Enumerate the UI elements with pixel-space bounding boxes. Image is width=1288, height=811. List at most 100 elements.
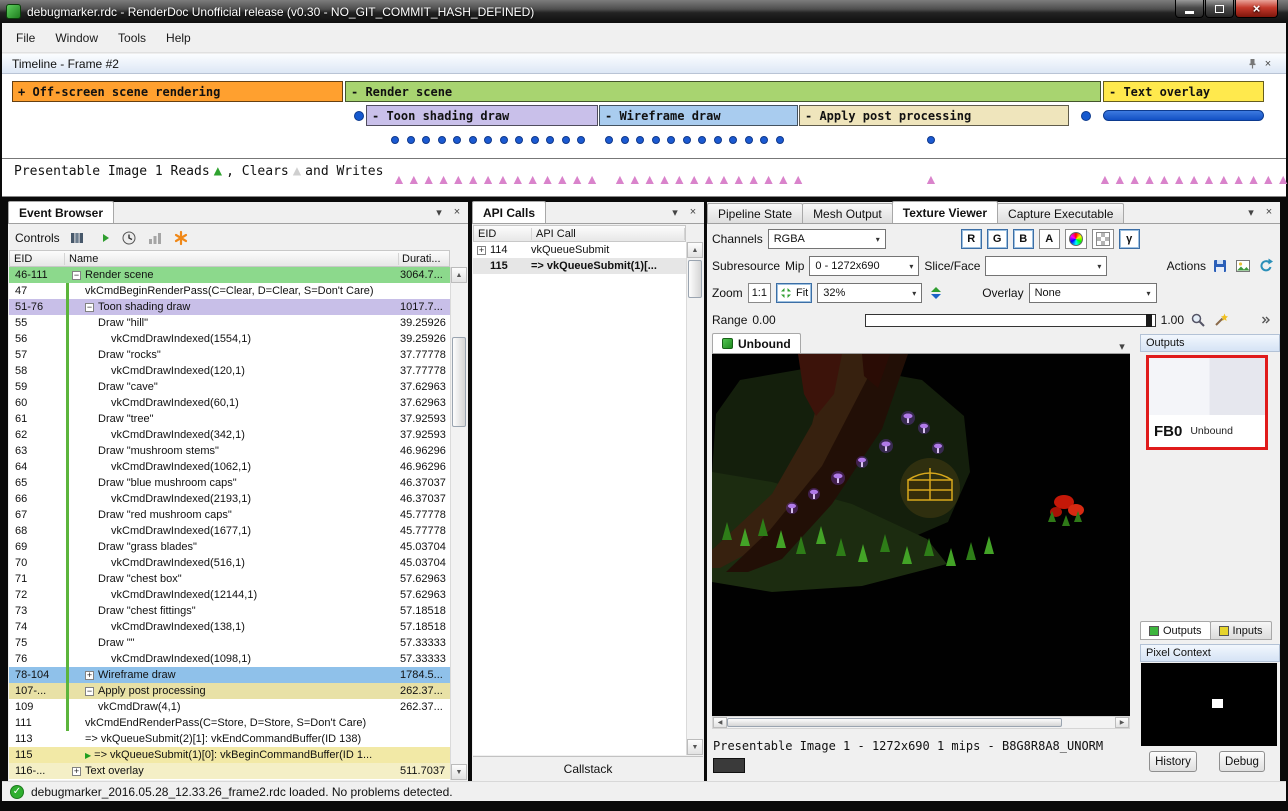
event-table-header[interactable]: EID Name Durati... — [9, 250, 450, 267]
event-node-icon[interactable] — [354, 111, 364, 121]
event-dot[interactable] — [531, 136, 539, 144]
event-dot[interactable] — [714, 136, 722, 144]
event-node-icon[interactable] — [1081, 111, 1091, 121]
event-dot[interactable] — [407, 136, 415, 144]
event-dot[interactable] — [438, 136, 446, 144]
timeline-bar-render-scene[interactable]: - Render scene — [345, 81, 1101, 102]
scroll-up-icon[interactable]: ▲ — [451, 267, 467, 283]
timeline-bar-wireframe[interactable]: - Wireframe draw — [599, 105, 798, 126]
table-row[interactable]: 71Draw "chest box"57.62963 — [9, 571, 450, 587]
collapse-icon[interactable]: − — [85, 687, 94, 696]
maximize-button[interactable] — [1205, 0, 1234, 18]
table-row[interactable]: 116-...+Text overlay511.7037 — [9, 763, 450, 779]
event-dot[interactable] — [577, 136, 585, 144]
event-dot[interactable] — [422, 136, 430, 144]
range-handle[interactable] — [1146, 314, 1152, 327]
table-row[interactable]: 57Draw "rocks"37.77778 — [9, 347, 450, 363]
table-row[interactable]: 109vkCmdDraw(4,1)262.37... — [9, 699, 450, 715]
toolbar-overflow-icon[interactable] — [1257, 311, 1275, 329]
menu-file[interactable]: File — [6, 26, 45, 50]
channel-r-button[interactable]: R — [961, 229, 982, 249]
event-dot[interactable] — [484, 136, 492, 144]
table-row[interactable]: 63Draw "mushroom stems"46.96296 — [9, 443, 450, 459]
scroll-thumb[interactable] — [452, 337, 466, 427]
event-dot[interactable] — [683, 136, 691, 144]
table-row[interactable]: 68vkCmdDrawIndexed(1677,1)45.77778 — [9, 523, 450, 539]
chevron-down-icon[interactable]: ▾ — [431, 205, 447, 219]
debug-button[interactable]: Debug — [1219, 751, 1265, 772]
zoom-fit-button[interactable]: Fit — [776, 283, 812, 303]
callstack-section[interactable]: Callstack — [473, 756, 703, 780]
table-row[interactable]: 73Draw "chest fittings"57.18518 — [9, 603, 450, 619]
export-image-icon[interactable] — [1234, 257, 1252, 275]
event-dot[interactable] — [391, 136, 399, 144]
table-row[interactable]: 74vkCmdDrawIndexed(138,1)57.18518 — [9, 619, 450, 635]
scroll-down-icon[interactable]: ▼ — [687, 739, 703, 755]
table-row[interactable]: 61Draw "tree"37.92593 — [9, 411, 450, 427]
tab-event-browser[interactable]: Event Browser — [8, 201, 114, 223]
timeline-body[interactable]: + Off-screen scene rendering - Render sc… — [2, 74, 1286, 197]
table-row[interactable]: 66vkCmdDrawIndexed(2193,1)46.37037 — [9, 491, 450, 507]
close-icon[interactable]: × — [685, 205, 701, 219]
event-dot[interactable] — [500, 136, 508, 144]
pixel-context-display[interactable] — [1141, 663, 1277, 746]
event-dot[interactable] — [667, 136, 675, 144]
tab-inputs[interactable]: Inputs — [1210, 621, 1272, 640]
timeline-bar-text-overlay[interactable]: - Text overlay — [1103, 81, 1264, 102]
zoom-level-select[interactable]: 32%▾ — [817, 283, 922, 303]
slice-face-select[interactable]: ▾ — [985, 256, 1107, 276]
table-row[interactable]: 67Draw "red mushroom caps"45.77778 — [9, 507, 450, 523]
texture-hscrollbar[interactable]: ◀ ▶ — [712, 716, 1130, 729]
event-dot[interactable] — [515, 136, 523, 144]
minimize-button[interactable] — [1175, 0, 1204, 18]
save-icon[interactable] — [1211, 257, 1229, 275]
table-row[interactable]: 55Draw "hill"39.25926 — [9, 315, 450, 331]
timeline-bar-postproc[interactable]: - Apply post processing — [799, 105, 1069, 126]
tab-mesh-output[interactable]: Mesh Output — [802, 203, 893, 223]
event-dot[interactable] — [605, 136, 613, 144]
api-table-header[interactable]: EID API Call — [473, 225, 686, 242]
event-dot[interactable] — [729, 136, 737, 144]
table-row[interactable]: 76vkCmdDrawIndexed(1098,1)57.33333 — [9, 651, 450, 667]
collapse-icon[interactable]: − — [85, 303, 94, 312]
table-row[interactable]: 69Draw "grass blades"45.03704 — [9, 539, 450, 555]
event-dot[interactable] — [546, 136, 554, 144]
table-row[interactable]: 72vkCmdDrawIndexed(12144,1)57.62963 — [9, 587, 450, 603]
color-wheel-icon[interactable] — [1065, 229, 1087, 249]
table-row[interactable]: 59Draw "cave"37.62963 — [9, 379, 450, 395]
range-slider[interactable] — [865, 314, 1156, 327]
title-bar[interactable]: debugmarker.rdc - RenderDoc Unofficial r… — [0, 0, 1288, 23]
channels-select[interactable]: RGBA▾ — [768, 229, 886, 249]
mip-select[interactable]: 0 - 1272x690▾ — [809, 256, 919, 276]
expand-icon[interactable]: + — [477, 246, 486, 255]
chevron-down-icon[interactable]: ▾ — [1114, 339, 1130, 353]
timeline-bar-toon-shading[interactable]: - Toon shading draw — [366, 105, 598, 126]
menu-window[interactable]: Window — [45, 26, 108, 50]
event-dot[interactable] — [636, 136, 644, 144]
event-dot[interactable] — [698, 136, 706, 144]
tab-api-calls[interactable]: API Calls — [472, 201, 546, 223]
table-row[interactable]: +114vkQueueSubmit — [473, 242, 686, 258]
table-row[interactable]: 60vkCmdDrawIndexed(60,1)37.62963 — [9, 395, 450, 411]
table-row[interactable]: 62vkCmdDrawIndexed(342,1)37.92593 — [9, 427, 450, 443]
expand-icon[interactable]: + — [85, 671, 94, 680]
expand-icon[interactable]: + — [72, 767, 81, 776]
event-dot[interactable] — [562, 136, 570, 144]
table-row[interactable]: 107-...−Apply post processing262.37... — [9, 683, 450, 699]
event-dot[interactable] — [621, 136, 629, 144]
autofit-wand-icon[interactable] — [1212, 311, 1230, 329]
table-row[interactable]: 70vkCmdDrawIndexed(516,1)45.03704 — [9, 555, 450, 571]
event-dot[interactable] — [453, 136, 461, 144]
scroll-thumb[interactable] — [727, 718, 1062, 727]
api-calls-scrollbar[interactable]: ▲ ▼ — [686, 242, 703, 755]
close-icon[interactable]: × — [1260, 57, 1276, 71]
checkerboard-icon[interactable] — [1092, 229, 1114, 249]
table-row[interactable]: 115=> vkQueueSubmit(1)[... — [473, 258, 686, 274]
scroll-up-icon[interactable]: ▲ — [687, 242, 703, 258]
bookmark-icon[interactable] — [172, 229, 190, 247]
table-row[interactable]: 111vkCmdEndRenderPass(C=Store, D=Store, … — [9, 715, 450, 731]
channel-b-button[interactable]: B — [1013, 229, 1034, 249]
collapsed-events-bar[interactable] — [1103, 110, 1264, 121]
event-dot[interactable] — [745, 136, 753, 144]
zoom-range-icon[interactable] — [1189, 311, 1207, 329]
